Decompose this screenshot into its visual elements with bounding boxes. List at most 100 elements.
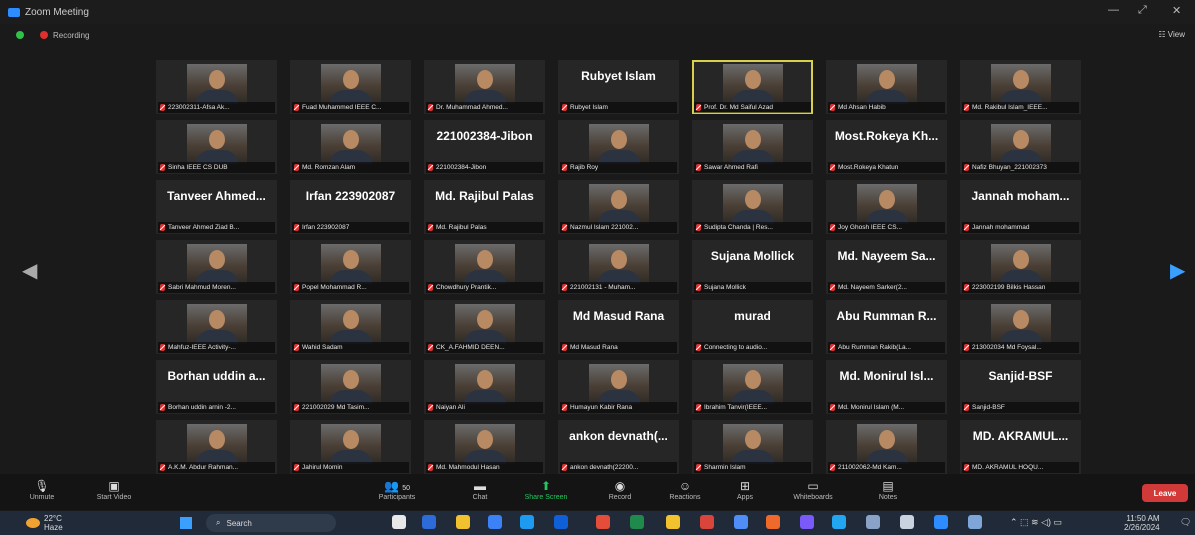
participant-tile[interactable]: Md. Romzan Alam xyxy=(290,120,411,174)
participant-name: Most.Rokeya Khatun xyxy=(838,164,899,171)
whiteboards-button[interactable]: ▭ Whiteboards xyxy=(784,478,842,501)
minimize-icon[interactable]: — xyxy=(1108,4,1119,16)
start-video-button[interactable]: ▣ Start Video xyxy=(88,478,140,501)
participant-tile[interactable]: Naiyan Ali xyxy=(424,360,545,414)
participant-tile[interactable]: Dr. Muhammad Ahmed... xyxy=(424,60,545,114)
taskbar-app-icon[interactable] xyxy=(832,515,846,529)
participant-tile[interactable]: Rubyet Islam Rubyet Islam xyxy=(558,60,679,114)
participant-tile[interactable]: Jannah moham... Jannah mohammad xyxy=(960,180,1081,234)
taskbar-app-icon[interactable] xyxy=(700,515,714,529)
view-button[interactable]: ☷ View xyxy=(1158,30,1185,39)
close-icon[interactable]: ✕ xyxy=(1172,4,1181,17)
next-page-icon[interactable]: ▶ xyxy=(1170,258,1185,283)
participant-tile[interactable]: Md. Monirul Isl... Md. Monirul Islam (M..… xyxy=(826,360,947,414)
taskbar-app-icon[interactable] xyxy=(392,515,406,529)
participant-tile[interactable]: Abu Rumman R... Abu Rumman Rakib(La... xyxy=(826,300,947,354)
participant-tile[interactable]: Wahid Sadam xyxy=(290,300,411,354)
participant-tile[interactable]: Mahfuz-IEEE Activity-... xyxy=(156,300,277,354)
participant-tile[interactable]: CK_A.FAHMID DEEN... xyxy=(424,300,545,354)
taskbar-app-icon[interactable] xyxy=(596,515,610,529)
taskbar-search[interactable]: ⌕ Search xyxy=(206,514,336,532)
participant-tile[interactable]: 223002199 Bilkis Hassan xyxy=(960,240,1081,294)
weather-widget[interactable]: 22°C Haze xyxy=(44,514,63,532)
taskbar-app-icon[interactable] xyxy=(734,515,748,529)
participant-tile[interactable]: Most.Rokeya Kh... Most.Rokeya Khatun xyxy=(826,120,947,174)
participant-video xyxy=(320,64,381,104)
taskbar-app-icon[interactable] xyxy=(900,515,914,529)
reactions-button[interactable]: ☺ Reactions xyxy=(662,478,708,501)
taskbar-app-icon[interactable] xyxy=(630,515,644,529)
participant-tile[interactable]: Tanveer Ahmed... Tanveer Ahmed Ziad B... xyxy=(156,180,277,234)
participant-tile[interactable]: Ibrahim Tanvir(IEEE... xyxy=(692,360,813,414)
participant-tile[interactable]: 223002311-Afsa Ak... xyxy=(156,60,277,114)
participant-tile[interactable]: Prof. Dr. Md Saiful Azad xyxy=(692,60,813,114)
taskbar-app-icon[interactable] xyxy=(666,515,680,529)
apps-button[interactable]: ⊞ Apps xyxy=(728,478,762,501)
participant-tile[interactable]: Chowdhury Prantik... xyxy=(424,240,545,294)
participant-tile[interactable]: Popel Mohammad R... xyxy=(290,240,411,294)
participant-tile[interactable]: Sinha IEEE CS DUB xyxy=(156,120,277,174)
participants-button[interactable]: 👥 50 Participants xyxy=(370,478,424,501)
clock[interactable]: 11:50 AM 2/26/2024 xyxy=(1124,514,1160,532)
participant-tile[interactable]: Md Ahsan Habib xyxy=(826,60,947,114)
participant-tile[interactable]: Md Masud Rana Md Masud Rana xyxy=(558,300,679,354)
participant-tile[interactable]: Sudipta Chanda | Res... xyxy=(692,180,813,234)
participant-tile[interactable]: Jahirul Momin xyxy=(290,420,411,474)
participant-tile[interactable]: Md. Nayeem Sa... Md. Nayeem Sarker(2... xyxy=(826,240,947,294)
taskbar-app-icon[interactable] xyxy=(968,515,982,529)
participant-tile[interactable]: Irfan 223902087 Irfan 223902087 xyxy=(290,180,411,234)
taskbar-app-icon[interactable] xyxy=(456,515,470,529)
participant-tile[interactable]: Md. Rakibul Islam_IEEE... xyxy=(960,60,1081,114)
taskbar-app-icon[interactable] xyxy=(866,515,880,529)
taskbar-app-icon[interactable] xyxy=(488,515,502,529)
participant-tile[interactable]: Md. Rajibul Palas Md. Rajibul Palas xyxy=(424,180,545,234)
participant-video xyxy=(454,304,515,344)
shield-icon[interactable] xyxy=(16,31,24,39)
participant-tile[interactable]: Sabri Mahmud Moren... xyxy=(156,240,277,294)
participant-tile[interactable]: 221002131 - Muham... xyxy=(558,240,679,294)
participant-tile[interactable]: MD. AKRAMUL... MD. AKRAMUL HOQU... xyxy=(960,420,1081,474)
fullscreen-icon[interactable]: ⤢ xyxy=(1138,4,1147,17)
system-tray-icons[interactable]: ⌃ ⬚ ≋ ◁) ▭ xyxy=(1010,517,1062,528)
participant-tile[interactable]: Joy Ghosh IEEE CS... xyxy=(826,180,947,234)
chat-button[interactable]: ▬ Chat xyxy=(462,478,498,501)
weather-icon xyxy=(26,518,40,528)
participant-tile[interactable]: Fuad Muhammed IEEE C... xyxy=(290,60,411,114)
participant-tile[interactable]: 221002384-Jibon 221002384-Jibon xyxy=(424,120,545,174)
participant-caption: Irfan 223902087 xyxy=(292,222,409,233)
participant-tile[interactable]: Sujana Mollick Sujana Mollick xyxy=(692,240,813,294)
participant-tile[interactable]: Sanjid-BSF Sanjid-BSF xyxy=(960,360,1081,414)
participant-tile[interactable]: ankon devnath(... ankon devnath(22200... xyxy=(558,420,679,474)
record-button[interactable]: ◉ Record xyxy=(600,478,640,501)
participant-tile[interactable]: 213002034 Md Foysal... xyxy=(960,300,1081,354)
participant-tile[interactable]: Nazmul Islam 221002... xyxy=(558,180,679,234)
unmute-button[interactable]: 🎙 Unmute xyxy=(22,478,62,501)
participant-display-name: Sujana Mollick xyxy=(710,249,795,263)
zoom-taskbar-icon[interactable] xyxy=(934,515,948,529)
participant-tile[interactable]: 211002062-Md Kam... xyxy=(826,420,947,474)
start-icon[interactable] xyxy=(180,517,192,529)
participant-name: Borhan uddin arnin -2... xyxy=(168,404,236,411)
previous-page-icon[interactable]: ◀ xyxy=(22,258,37,283)
leave-button[interactable]: Leave xyxy=(1142,484,1188,502)
taskbar-app-icon[interactable] xyxy=(800,515,814,529)
taskbar-app-icon[interactable] xyxy=(766,515,780,529)
participant-tile[interactable]: A.K.M. Abdur Rahman... xyxy=(156,420,277,474)
taskbar-app-icon[interactable] xyxy=(520,515,534,529)
share-screen-button[interactable]: ⬆ Share Screen xyxy=(522,478,570,501)
participant-tile[interactable]: Md. Mahmodul Hasan xyxy=(424,420,545,474)
taskbar-app-icon[interactable] xyxy=(422,515,436,529)
participant-tile[interactable]: Sawar Ahmed Rafi xyxy=(692,120,813,174)
participant-tile[interactable]: Borhan uddin a... Borhan uddin arnin -2..… xyxy=(156,360,277,414)
participant-tile[interactable]: murad Connecting to audio... xyxy=(692,300,813,354)
participant-tile[interactable]: Sharmin Islam xyxy=(692,420,813,474)
notes-button[interactable]: ▤ Notes xyxy=(870,478,906,501)
participant-tile[interactable]: Rajib Roy xyxy=(558,120,679,174)
participant-tile[interactable]: Nafiz Bhuyan_221002373 xyxy=(960,120,1081,174)
notification-icon[interactable]: 🗨 xyxy=(1180,517,1191,528)
participant-tile[interactable]: 221002029 Md Tasim... xyxy=(290,360,411,414)
participant-tile[interactable]: Humayun Kabir Rana xyxy=(558,360,679,414)
participant-video xyxy=(588,244,649,284)
participant-video xyxy=(320,124,381,164)
taskbar-app-icon[interactable] xyxy=(554,515,568,529)
